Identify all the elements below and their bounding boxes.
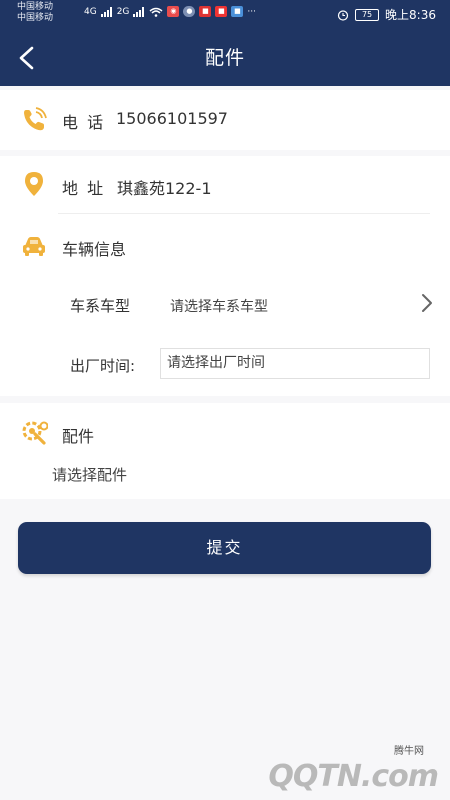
date-input[interactable]: 请选择出厂时间 bbox=[160, 348, 430, 379]
watermark-logo: QQTN.com bbox=[268, 759, 439, 794]
alarm-icon bbox=[337, 9, 349, 21]
gear-wrench-icon bbox=[22, 421, 48, 445]
date-label: 出厂时间: bbox=[70, 357, 136, 375]
car-icon bbox=[23, 237, 45, 256]
image-notification-icon: ■ bbox=[231, 6, 244, 17]
carrier-2: 中国移动 bbox=[17, 13, 54, 23]
status-bar: 中国移动 中国移动 4G 2G ◉ ● ■ ■ ■ ··· 75 晚上8:36 bbox=[0, 0, 450, 30]
wifi-icon bbox=[149, 7, 163, 17]
news-notification-icon: ■ bbox=[199, 6, 212, 17]
carrier-text: 中国移动 中国移动 bbox=[17, 2, 53, 24]
network-1-label: 4G bbox=[84, 6, 97, 17]
address-vehicle-card: 地 址 琪鑫苑122-1 车辆信息 车系车型 请选择车系车型 出厂时间: 请选择… bbox=[0, 156, 450, 396]
network-2-label: 2G bbox=[116, 6, 130, 17]
parts-select[interactable]: 请选择配件 bbox=[52, 464, 127, 485]
app-notification-icon: ◉ bbox=[167, 6, 180, 17]
phone-label: 电 话 bbox=[62, 113, 106, 132]
location-pin-icon bbox=[25, 172, 43, 196]
parts-section-label: 配件 bbox=[62, 427, 95, 446]
watermark-text: 腾牛网 bbox=[394, 746, 424, 757]
address-label: 地 址 bbox=[62, 179, 106, 198]
chevron-right-icon[interactable] bbox=[420, 292, 434, 314]
shop-notification-icon: ■ bbox=[215, 6, 228, 17]
phone-value: 15066101597 bbox=[116, 109, 228, 128]
phone-card: 电 话 15066101597 bbox=[0, 90, 450, 150]
signal-icon-2 bbox=[133, 6, 145, 17]
page-title: 配件 bbox=[204, 47, 245, 69]
signal-icon bbox=[100, 6, 112, 17]
submit-button[interactable]: 提交 bbox=[18, 522, 431, 574]
vehicle-section-label: 车辆信息 bbox=[62, 240, 127, 259]
app-header: 配件 bbox=[0, 30, 450, 86]
divider bbox=[58, 213, 430, 214]
status-icons: 4G 2G ◉ ● ■ ■ ■ ··· bbox=[84, 6, 256, 17]
clock-text: 晚上8:36 bbox=[385, 8, 436, 22]
chat-notification-icon: ● bbox=[183, 6, 196, 17]
more-notifications-icon: ··· bbox=[247, 6, 256, 17]
model-label: 车系车型 bbox=[70, 297, 131, 315]
parts-card: 配件 请选择配件 bbox=[0, 403, 450, 499]
battery-icon: 75 bbox=[355, 8, 380, 21]
status-right: 75 晚上8:36 bbox=[337, 6, 436, 23]
phone-icon bbox=[24, 107, 47, 131]
address-value: 琪鑫苑122-1 bbox=[117, 179, 212, 198]
watermark: 腾牛网 QQTN.com bbox=[228, 742, 439, 794]
carrier-1: 中国移动 bbox=[17, 2, 54, 12]
chevron-left-icon[interactable] bbox=[14, 44, 40, 72]
model-select[interactable]: 请选择车系车型 bbox=[170, 296, 268, 316]
